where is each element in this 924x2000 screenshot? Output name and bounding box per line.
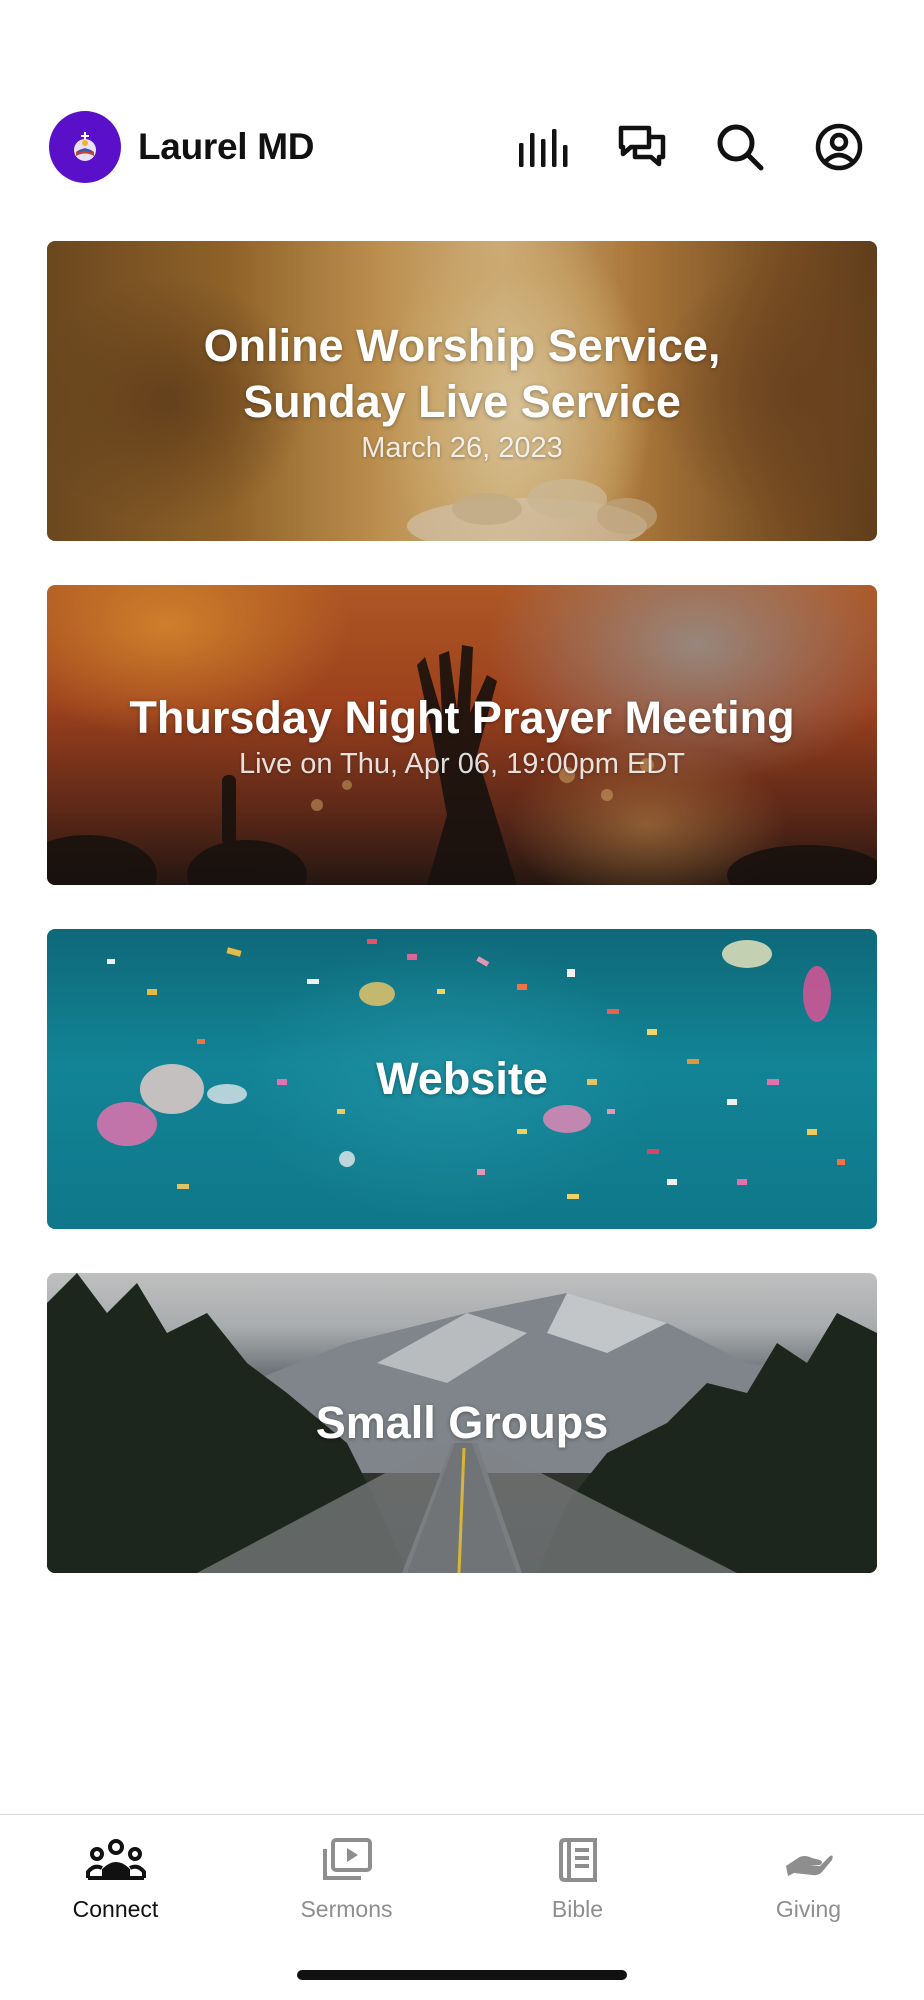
card-title: Sunday Live Service (243, 375, 681, 427)
church-logo[interactable] (49, 111, 121, 183)
tab-connect[interactable]: Connect (0, 1830, 231, 1940)
tabbar-divider (0, 1814, 924, 1815)
card-title: Small Groups (315, 1397, 609, 1448)
tab-label: Bible (551, 1896, 604, 1922)
church-emblem-icon (74, 132, 96, 161)
tab-sermons[interactable]: Sermons (231, 1830, 462, 1940)
tab-label: Sermons (300, 1896, 393, 1922)
tab-bible[interactable]: Bible (462, 1830, 693, 1940)
card-title: Online Worship Service, (203, 319, 721, 371)
chat-bubbles-icon[interactable] (615, 120, 669, 174)
audio-bars-icon[interactable] (517, 120, 571, 174)
people-icon (85, 1834, 146, 1886)
card-small-groups[interactable]: Small Groups (47, 1273, 877, 1573)
tab-giving[interactable]: Giving (693, 1830, 924, 1940)
tab-label: Connect (72, 1896, 159, 1922)
card-subtitle: March 26, 2023 (361, 431, 563, 464)
book-icon (548, 1834, 608, 1886)
card-prayer-meeting[interactable]: Thursday Night Prayer Meeting Live on Th… (47, 585, 877, 885)
card-website[interactable]: Website (47, 929, 877, 1229)
profile-icon[interactable] (812, 120, 866, 174)
home-indicator[interactable] (297, 1970, 627, 1980)
church-name: Laurel MD (138, 126, 315, 167)
card-subtitle: Live on Thu, Apr 06, 19:00pm EDT (238, 747, 685, 780)
video-stack-icon (317, 1834, 377, 1886)
app-header: Laurel MD (0, 108, 924, 188)
card-title: Thursday Night Prayer Meeting (129, 691, 795, 743)
tab-label: Giving (775, 1896, 842, 1922)
card-title: Website (376, 1053, 548, 1104)
card-online-worship[interactable]: Online Worship Service, Sunday Live Serv… (47, 241, 877, 541)
giving-hand-icon (779, 1834, 839, 1886)
search-icon[interactable] (713, 120, 767, 174)
